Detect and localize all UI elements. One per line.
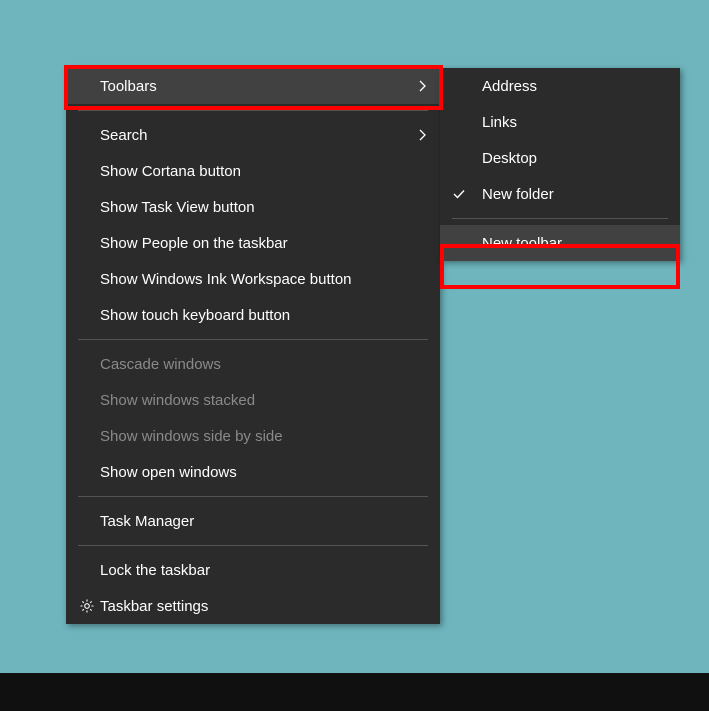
menu-item-side-by-side: Show windows side by side [66,418,440,454]
menu-separator [78,110,428,111]
menu-item-task-manager[interactable]: Task Manager [66,503,440,539]
menu-item-cascade: Cascade windows [66,346,440,382]
chevron-right-icon [418,128,428,142]
menu-label: Links [482,114,668,131]
menu-label: Show Windows Ink Workspace button [100,271,428,288]
menu-item-show-people[interactable]: Show People on the taskbar [66,225,440,261]
menu-item-stacked: Show windows stacked [66,382,440,418]
menu-item-show-ink[interactable]: Show Windows Ink Workspace button [66,261,440,297]
submenu-item-links[interactable]: Links [440,104,680,140]
menu-item-search[interactable]: Search [66,117,440,153]
menu-label: Task Manager [100,513,428,530]
menu-item-show-task-view[interactable]: Show Task View button [66,189,440,225]
gear-icon [74,598,100,614]
menu-item-taskbar-settings[interactable]: Taskbar settings [66,588,440,624]
menu-label: New toolbar... [482,235,668,252]
menu-label: Show open windows [100,464,428,481]
menu-label: Search [100,127,418,144]
menu-label: Address [482,78,668,95]
taskbar-context-menu: Toolbars Search Show Cortana button Show… [66,68,440,624]
check-icon [452,187,482,201]
menu-item-show-cortana[interactable]: Show Cortana button [66,153,440,189]
menu-item-toolbars[interactable]: Toolbars [66,68,440,104]
menu-item-show-open-windows[interactable]: Show open windows [66,454,440,490]
menu-label: Desktop [482,150,668,167]
menu-separator [78,496,428,497]
menu-label: Show touch keyboard button [100,307,428,324]
submenu-item-desktop[interactable]: Desktop [440,140,680,176]
menu-label: Show windows side by side [100,428,428,445]
taskbar[interactable] [0,673,709,711]
menu-label: Lock the taskbar [100,562,428,579]
menu-label: Cascade windows [100,356,428,373]
menu-label: Show windows stacked [100,392,428,409]
menu-item-lock-taskbar[interactable]: Lock the taskbar [66,552,440,588]
submenu-item-new-toolbar[interactable]: New toolbar... [440,225,680,261]
submenu-item-new-folder[interactable]: New folder [440,176,680,212]
menu-label: Show Task View button [100,199,428,216]
menu-label: Show People on the taskbar [100,235,428,252]
menu-item-show-touch-keyboard[interactable]: Show touch keyboard button [66,297,440,333]
menu-label: Taskbar settings [100,598,428,615]
toolbars-submenu: Address Links Desktop New folder New too… [440,68,680,261]
menu-label: Toolbars [100,78,418,95]
submenu-item-address[interactable]: Address [440,68,680,104]
chevron-right-icon [418,79,428,93]
menu-label: New folder [482,186,668,203]
menu-label: Show Cortana button [100,163,428,180]
menu-separator [452,218,668,219]
menu-separator [78,545,428,546]
menu-separator [78,339,428,340]
